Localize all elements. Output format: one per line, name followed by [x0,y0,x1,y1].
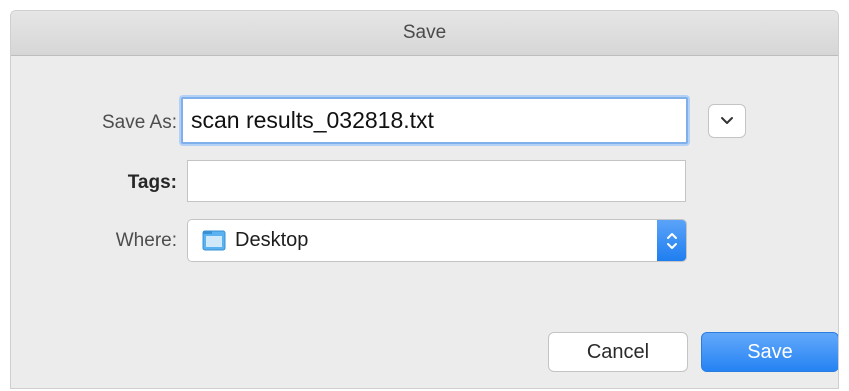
save-as-label: Save As: [102,112,177,133]
where-popup[interactable]: Desktop [187,219,687,262]
save-as-input[interactable] [183,99,686,142]
dialog-title: Save [11,11,838,56]
folder-icon [202,228,226,257]
tags-input[interactable] [188,161,685,201]
chevron-down-icon [721,117,733,124]
tags-field[interactable] [187,160,686,202]
tags-label: Tags: [127,172,177,193]
save-dialog: Save Save As: Tags: Where: Desktop [10,10,839,389]
where-label: Where: [115,230,177,251]
cancel-button[interactable]: Cancel [548,332,688,372]
save-as-field[interactable] [181,97,688,144]
save-button[interactable]: Save [701,332,838,372]
where-value: Desktop [235,229,309,251]
expand-dialog-button[interactable] [708,104,746,138]
up-down-chevron-icon[interactable] [657,220,686,261]
